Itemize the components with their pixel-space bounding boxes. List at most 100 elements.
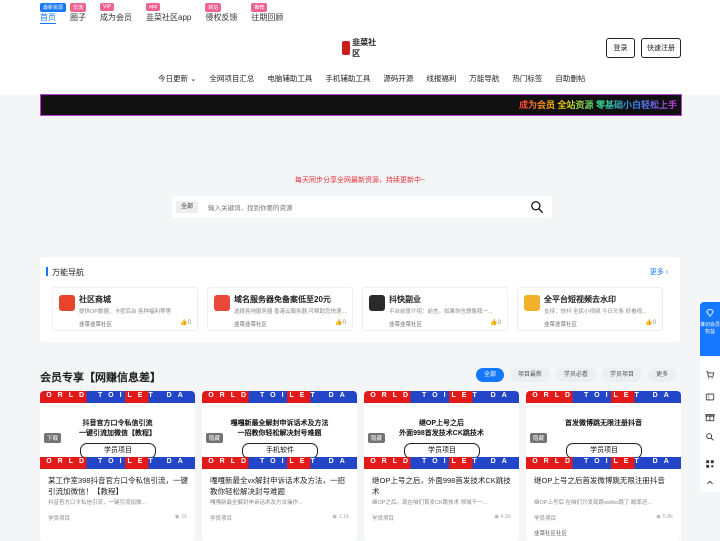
main-nav-item[interactable]: 热门标签 <box>512 73 542 84</box>
top-link[interactable]: app 韭菜社区app <box>146 3 191 24</box>
thumb-stripe: ORLD TOILET DA <box>364 391 519 403</box>
nav-card-desc: 选择各地服务器 香港云服务器,可帮助您快速... <box>234 309 346 315</box>
section-tab[interactable]: 学员必看 <box>556 368 597 382</box>
post-desc: 继OP之后。现在咱们首发CK跳技术 领域干一... <box>372 500 488 506</box>
main-nav-item[interactable]: 电脑辅助工具 <box>267 73 312 84</box>
nav-card-desc: 支持：快抖 全民小视频 今日头条 好看视... <box>544 309 647 315</box>
post-desc: 继OP上号后 在咱们只发现跳weibo跳了 概率还... <box>534 500 652 506</box>
post-access-badge: 隐藏 <box>530 433 548 443</box>
nav-card-icon <box>524 295 540 311</box>
main-nav-label: 手机辅助工具 <box>325 74 371 83</box>
main-nav-item[interactable]: 手机辅助工具 <box>325 73 370 84</box>
coupon-icon[interactable] <box>705 392 715 402</box>
post-card[interactable]: ORLD TOILET DA 首发微博跳无限注册抖音 隐藏 学员项目 ORLD TOIL… <box>526 391 681 541</box>
top-link[interactable]: 推荐 往期回顾 <box>251 3 283 24</box>
post-thumbnail[interactable]: ORLD TOILET DA 继OP上号之后 外面998首发技术CK跳技术 隐藏 学员项… <box>364 391 519 469</box>
qr-icon[interactable] <box>705 459 715 469</box>
main-nav-item[interactable]: 源码开源 <box>383 73 413 84</box>
post-author[interactable]: 韭菜社区社区 <box>534 529 567 537</box>
thumb-headline: 首发微博跳无限注册抖音 <box>565 420 642 427</box>
thumb-stripe: ORLD TOILET DA <box>526 391 681 403</box>
login-button[interactable]: 登录 <box>606 38 635 58</box>
search-box: 全部 <box>172 196 552 220</box>
top-icon[interactable] <box>705 478 715 488</box>
post-views: ◉ 1.1k <box>332 514 349 520</box>
nav-card-title: 抖快副业 <box>389 295 421 304</box>
nav-card[interactable]: 域名服务器免备案低至20元 选择各地服务器 香港云服务器,可帮助您快速... 韭菜韭… <box>207 287 353 331</box>
section-tab[interactable]: 学员项目 <box>602 368 643 382</box>
register-button[interactable]: 快速注册 <box>641 38 681 58</box>
top-link-label: 圈子 <box>70 13 86 22</box>
post-title[interactable]: 嘎嘎新最全vx解封申诉话术及方法，一招教你轻松解决封号难题 <box>210 475 352 497</box>
like-count: 0 <box>187 320 191 326</box>
top-link[interactable]: 交流 圈子 <box>70 3 87 24</box>
section-tab[interactable]: 全部 <box>476 368 505 382</box>
main-nav-item[interactable]: 全网项目汇总 <box>209 73 254 84</box>
chevron-down-icon: ⌄ <box>188 74 197 83</box>
search-input[interactable] <box>206 196 510 220</box>
like-button[interactable]: 👍0 <box>180 319 191 326</box>
gift-icon[interactable] <box>705 412 715 422</box>
thumbs-up-icon: 👍 <box>490 320 498 326</box>
nav-card[interactable]: 抖快副业 平台前景介绍：前言。如果你也想像我一... 韭菜韭菜社区 👍0 <box>362 287 508 331</box>
nav-panel-more-link[interactable]: 更多 › <box>650 267 668 277</box>
like-count: 0 <box>342 320 346 326</box>
top-link-badge: app <box>146 3 161 11</box>
thumb-headline: 继OP上号之后 外面998首发技术CK跳技术 <box>399 420 484 437</box>
cart-icon[interactable] <box>705 370 715 380</box>
search-scope-select[interactable]: 全部 <box>176 201 199 213</box>
like-count: 0 <box>652 320 656 326</box>
search-icon[interactable] <box>530 200 544 214</box>
post-card[interactable]: ORLD TOILET DA 继OP上号之后 外面998首发技术CK跳技术 隐藏 学员项… <box>364 391 519 541</box>
nav-card-title: 社区商城 <box>79 295 111 304</box>
section-tab[interactable]: 项目最新 <box>510 368 551 382</box>
post-title[interactable]: 继OP上号之后首发微博跳无限注册抖音 <box>534 475 676 486</box>
search-icon[interactable] <box>705 432 715 442</box>
post-views: ◉ 1k <box>174 514 187 520</box>
vip-benefits-button[interactable]: 谁切会员权益 <box>700 302 720 356</box>
thumb-stripe: ORLD TOILET DA <box>40 391 195 403</box>
nav-card[interactable]: 社区商城提供OP数据、卡密后台 各种福利等等 韭菜韭菜社区 👍0 <box>52 287 198 331</box>
main-nav-item[interactable]: 线报福利 <box>426 73 456 84</box>
section-tab[interactable]: 更多 <box>648 368 677 382</box>
top-link[interactable]: 最新资源 首页 <box>40 3 67 24</box>
top-link-badge: 推荐 <box>251 3 268 12</box>
main-nav-item[interactable]: 自助删帖 <box>555 73 585 84</box>
post-thumbnail[interactable]: ORLD TOILET DA 嘎嘎新最全解封申诉话术及方法 一招教你轻松解决封号难题… <box>202 391 357 469</box>
nav-card-icon <box>214 295 230 311</box>
nav-panel: 万能导航 更多 › 社区商城 提供OP数据、卡密后台 各种福利等等 韭菜韭菜社区 👍0… <box>40 257 680 342</box>
post-card[interactable]: ORLD TOILET DA 抖音官方口令私信引流 一键引流加微信【教程】 下载 学员项… <box>40 391 195 541</box>
nav-card-icon <box>59 295 75 311</box>
post-category[interactable]: 学员项目 <box>48 514 70 522</box>
post-title[interactable]: 某工作室398抖音官方口令私信引流，一键引流加微信！【教程】 <box>48 475 190 497</box>
float-toolbar: 谁切会员权益 <box>700 302 720 492</box>
thumbs-up-icon: 👍 <box>180 320 188 326</box>
site-logo[interactable]: 韭菜社区 <box>342 38 378 58</box>
top-link[interactable]: VIP 成为会员 <box>100 3 132 24</box>
post-access-badge: 隐藏 <box>206 433 224 443</box>
post-card[interactable]: ORLD TOILET DA 嘎嘎新最全解封申诉话术及方法 一招教你轻松解决封号难题… <box>202 391 357 541</box>
post-thumbnail[interactable]: ORLD TOILET DA 首发微博跳无限注册抖音 隐藏 学员项目 ORLD TOIL… <box>526 391 681 469</box>
like-button[interactable]: 👍0 <box>490 319 501 326</box>
top-link[interactable]: 新站 侵权反馈 <box>205 3 237 24</box>
post-title[interactable]: 继OP上号之后，外面998首发技术CK跳技术 <box>372 475 514 497</box>
main-nav-item[interactable]: 今日更新 ⌄ <box>158 73 196 84</box>
nav-card-footer: 韭菜韭菜社区 <box>79 322 113 328</box>
post-category[interactable]: 学员项目 <box>210 514 232 522</box>
hero-subtitle: 每天同步分享全网最新资源，持续更新中~ <box>294 177 426 184</box>
post-category[interactable]: 学员项目 <box>534 514 556 522</box>
thumb-stripe: ORLD TOILET DA <box>202 391 357 403</box>
top-links: 最新资源 首页 交流 圈子 VIP 成为会员 app 韭菜社区app 新站 侵权反馈 推荐 往期回顾 <box>40 3 297 24</box>
chive-logo-icon <box>342 41 351 55</box>
main-nav-item[interactable]: 万能导航 <box>469 73 499 84</box>
nav-card-footer: 韭菜韭菜社区 <box>389 322 423 328</box>
nav-card[interactable]: 全平台短视频去水印 支持：快抖 全民小视频 今日头条 好看视... 韭菜韭菜社区 👍0 <box>517 287 663 331</box>
post-category[interactable]: 学员项目 <box>372 514 394 522</box>
post-thumbnail[interactable]: ORLD TOILET DA 抖音官方口令私信引流 一键引流加微信【教程】 下载 学员项… <box>40 391 195 469</box>
like-button[interactable]: 👍0 <box>335 319 346 326</box>
like-button[interactable]: 👍0 <box>645 319 656 326</box>
main-nav-label: 万能导航 <box>469 74 500 83</box>
main-nav-label: 全网项目汇总 <box>209 74 255 83</box>
nav-card-desc: 提供OP数据、卡密后台 各种福利等等 <box>79 309 171 315</box>
logo-text: 韭菜社区 <box>352 38 377 58</box>
